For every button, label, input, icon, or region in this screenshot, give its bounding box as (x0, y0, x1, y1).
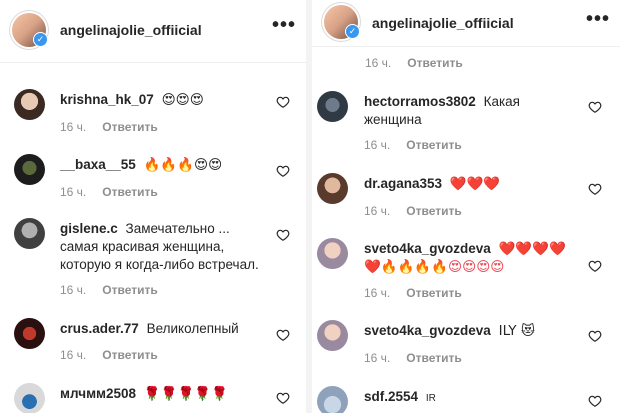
verified-badge-icon: ✓ (33, 32, 48, 47)
comment-username[interactable]: krishna_hk_07 (60, 92, 154, 107)
heart-outline-icon[interactable] (276, 95, 290, 109)
commenter-avatar[interactable] (317, 91, 348, 122)
heart-outline-icon[interactable] (276, 391, 290, 405)
more-options-icon[interactable]: ••• (272, 14, 296, 37)
comment-username[interactable]: gislene.c (60, 221, 118, 236)
reply-button[interactable]: Ответить (102, 348, 157, 362)
comment-meta: 16 ч. Ответить (60, 120, 158, 134)
comment-meta: 16 ч. Ответить (60, 185, 158, 199)
commenter-avatar[interactable] (14, 89, 45, 120)
reply-button[interactable]: Ответить (102, 283, 157, 297)
heart-outline-icon[interactable] (588, 100, 602, 114)
comment-username[interactable]: млчмм2508 (60, 386, 136, 401)
comment-body: __baxa__55 🔥🔥🔥😍😍 (60, 156, 260, 174)
left-comments-panel: ✓ angelinajolie_offiicial ••• krishna_hk… (0, 0, 306, 413)
reply-button[interactable]: Ответить (102, 185, 157, 199)
comment-body: crus.ader.77 Великолепный (60, 320, 260, 338)
reply-button[interactable]: Ответить (406, 138, 461, 152)
right-comments-panel: ✓ angelinajolie_offiicial ••• 16 ч. Ответ… (312, 0, 620, 413)
comment-body: krishna_hk_07 😍😍😍 (60, 91, 260, 109)
post-header: ✓ angelinajolie_offiicial ••• (312, 0, 620, 47)
commenter-avatar[interactable] (14, 383, 45, 413)
comment-username[interactable]: sdf.2554 (364, 389, 418, 404)
reply-button[interactable]: Ответить (406, 286, 461, 300)
header-username[interactable]: angelinajolie_offiicial (60, 22, 202, 38)
comment-body: gislene.c Замечательно ... самая красива… (60, 220, 260, 274)
comment-time: 16 ч. (364, 138, 391, 152)
comment-text: 😍😍😍 (161, 92, 204, 108)
comment-time: 16 ч. (60, 120, 87, 134)
comment-text: 🔥🔥🔥😍😍 (143, 157, 223, 173)
commenter-avatar[interactable] (317, 386, 348, 413)
comment-username[interactable]: crus.ader.77 (60, 321, 139, 336)
reply-button[interactable]: Ответить (102, 120, 157, 134)
comment-meta: 16 ч. Ответить (364, 138, 462, 152)
more-options-icon[interactable]: ••• (586, 8, 610, 31)
comment-body: млчмм2508 🌹🌹🌹🌹🌹 (60, 385, 260, 403)
comment-username[interactable]: sveto4ka_gvozdeva (364, 241, 491, 256)
comment-meta: 16 ч. Ответить (60, 348, 158, 362)
comment-text: ILY 😻 (498, 323, 535, 339)
comment-meta: 16 ч. Ответить (364, 204, 462, 218)
comment-time: 16 ч. (364, 351, 391, 365)
comment-body: hectorramos3802 Какая женщина (364, 93, 569, 129)
comment-time: 16 ч. (60, 283, 87, 297)
heart-outline-icon[interactable] (276, 328, 290, 342)
comment-text: IR (425, 393, 436, 404)
commenter-avatar[interactable] (317, 238, 348, 269)
heart-outline-icon[interactable] (588, 182, 602, 196)
commenter-avatar[interactable] (14, 154, 45, 185)
comment-meta: 16 ч. Ответить (60, 283, 158, 297)
comment-username[interactable]: dr.agana353 (364, 176, 442, 191)
previous-comment-meta: 16 ч. Ответить (365, 56, 463, 70)
comment-body: sdf.2554 IR (364, 388, 569, 408)
heart-outline-icon[interactable] (276, 228, 290, 242)
comment-time: 16 ч. (60, 185, 87, 199)
commenter-avatar[interactable] (317, 173, 348, 204)
comment-meta: 16 ч. Ответить (364, 286, 462, 300)
comment-time: 16 ч. (364, 286, 391, 300)
post-header: ✓ angelinajolie_offiicial ••• (0, 0, 306, 63)
comment-time: 16 ч. (365, 56, 392, 70)
reply-button[interactable]: Ответить (406, 351, 461, 365)
comment-time: 16 ч. (364, 204, 391, 218)
comment-username[interactable]: sveto4ka_gvozdeva (364, 323, 491, 338)
comment-body: sveto4ka_gvozdeva ❤️❤️❤️❤️❤️🔥🔥🔥🔥😍😍😍😍 (364, 240, 569, 276)
comment-text: Великолепный (146, 321, 239, 336)
commenter-avatar[interactable] (14, 218, 45, 249)
comment-text: ❤️❤️❤️ (449, 176, 501, 192)
comment-meta: 16 ч. Ответить (364, 351, 462, 365)
comment-body: dr.agana353 ❤️❤️❤️ (364, 175, 569, 193)
reply-button[interactable]: Ответить (407, 56, 462, 70)
heart-outline-icon[interactable] (588, 329, 602, 343)
comment-text: 🌹🌹🌹🌹🌹 (143, 386, 228, 402)
reply-button[interactable]: Ответить (406, 204, 461, 218)
commenter-avatar[interactable] (14, 318, 45, 349)
comment-body: sveto4ka_gvozdeva ILY 😻 (364, 322, 569, 340)
commenter-avatar[interactable] (317, 320, 348, 351)
comment-username[interactable]: __baxa__55 (60, 157, 136, 172)
verified-badge-icon: ✓ (345, 24, 360, 39)
header-username[interactable]: angelinajolie_offiicial (372, 15, 514, 31)
heart-outline-icon[interactable] (588, 394, 602, 408)
comment-username[interactable]: hectorramos3802 (364, 94, 476, 109)
comment-time: 16 ч. (60, 348, 87, 362)
heart-outline-icon[interactable] (276, 164, 290, 178)
heart-outline-icon[interactable] (588, 259, 602, 273)
